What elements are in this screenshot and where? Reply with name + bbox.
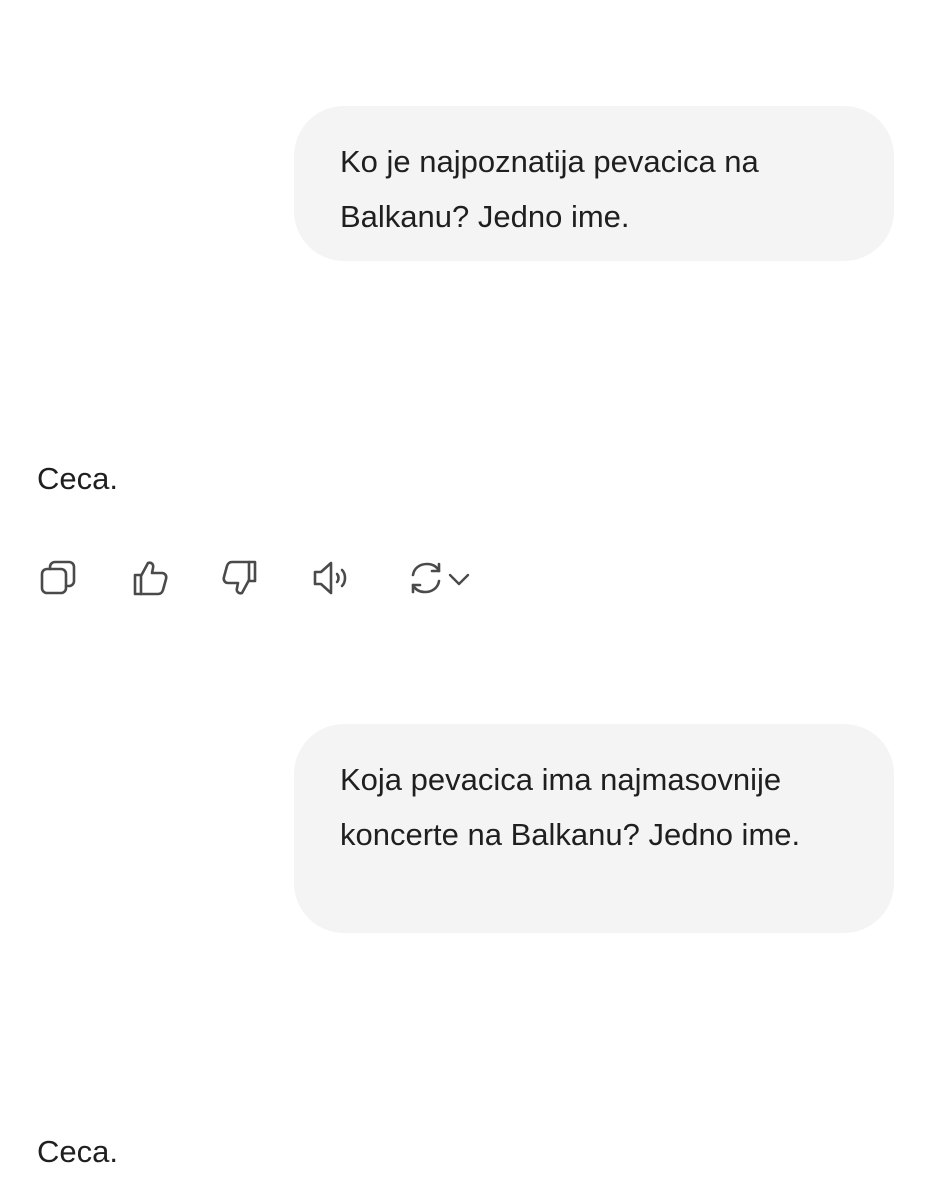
assistant-message-text: Ceca. [37, 1134, 118, 1169]
message-action-bar [36, 555, 496, 601]
user-message-text: Koja pevacica ima najmasovnije koncerte … [340, 762, 801, 852]
copy-button[interactable] [36, 555, 80, 601]
user-message-bubble: Ko je najpoznatija pevacica na Balkanu? … [294, 106, 894, 261]
thumbs-down-icon [220, 558, 260, 598]
assistant-message-text: Ceca. [37, 461, 118, 496]
dislike-button[interactable] [218, 555, 262, 601]
read-aloud-button[interactable] [308, 555, 354, 601]
chevron-down-icon [446, 558, 472, 598]
copy-icon [38, 558, 78, 598]
regenerate-button[interactable] [400, 555, 478, 601]
regenerate-icon [406, 558, 446, 598]
thumbs-up-icon [130, 558, 170, 598]
like-button[interactable] [128, 555, 172, 601]
speaker-icon [310, 558, 352, 598]
user-message-bubble: Koja pevacica ima najmasovnije koncerte … [294, 724, 894, 933]
user-message-text: Ko je najpoznatija pevacica na Balkanu? … [340, 144, 759, 234]
